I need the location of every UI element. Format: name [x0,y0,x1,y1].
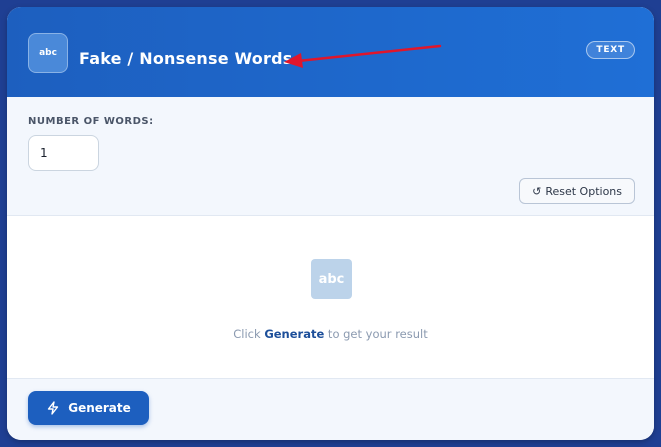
page: abc Fake / Nonsense Words TEXT NUMBER OF… [0,0,661,447]
card-header: abc Fake / Nonsense Words TEXT [7,7,654,97]
reset-icon: ↺ [532,184,542,198]
page-title: Fake / Nonsense Words [79,49,293,68]
abc-icon: abc [28,33,68,73]
tool-card: abc Fake / Nonsense Words TEXT NUMBER OF… [7,7,654,440]
number-of-words-input[interactable] [28,135,99,171]
number-of-words-label: NUMBER OF WORDS: [28,116,154,127]
card-footer: Generate [7,378,654,440]
generate-button[interactable]: Generate [28,391,149,425]
hint-generate-word: Generate [264,327,325,341]
category-badge: TEXT [586,41,635,59]
generate-label: Generate [68,401,131,415]
result-area: abc Click Generate to get your result [7,216,654,378]
result-hint: Click Generate to get your result [7,327,654,341]
options-panel: NUMBER OF WORDS: ↺ Reset Options [7,97,654,216]
abc-placeholder-icon: abc [311,259,352,299]
hint-before: Click [233,327,265,341]
hint-after: to get your result [324,327,428,341]
lightning-icon [48,401,59,415]
tool-icon-text: abc [39,48,57,58]
placeholder-icon-text: abc [318,271,345,287]
reset-options-label: Reset Options [545,184,622,198]
annotation-arrow-icon [284,44,442,68]
reset-options-button[interactable]: ↺ Reset Options [519,178,635,204]
